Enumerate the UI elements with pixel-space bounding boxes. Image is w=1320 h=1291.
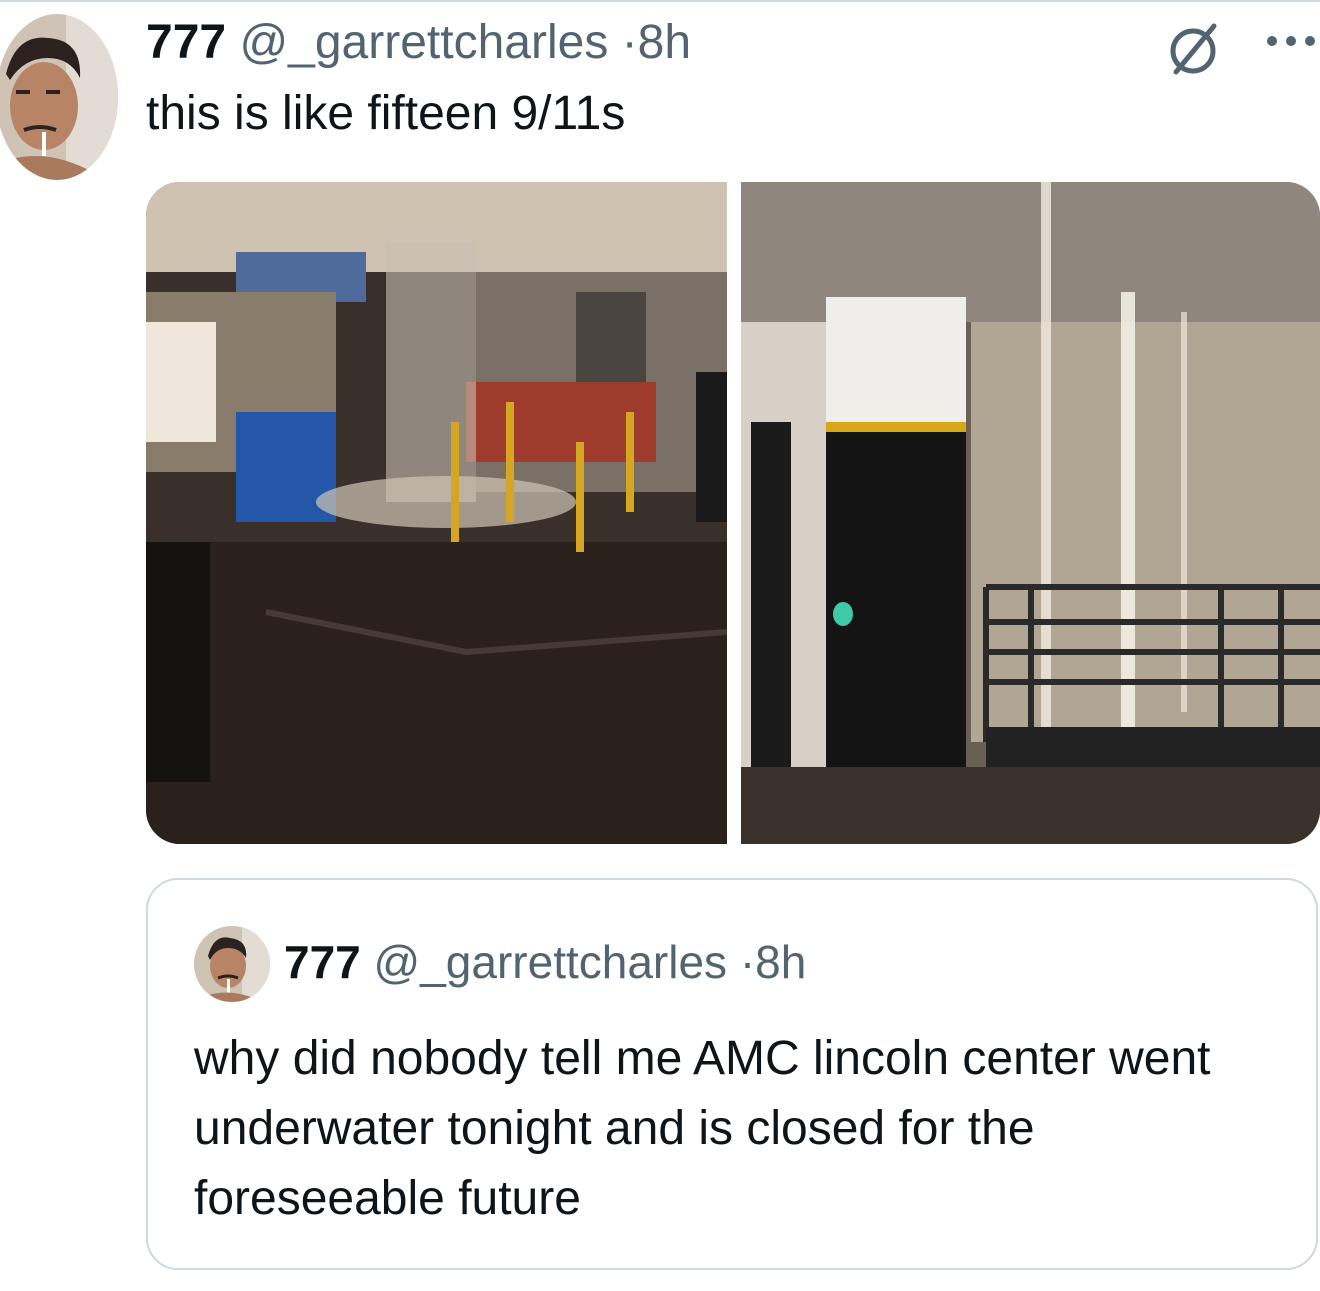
photo-ceiling-leak[interactable]: [741, 182, 1320, 844]
author-handle[interactable]: @_garrettcharles: [239, 16, 608, 69]
separator-dot: ·: [621, 16, 638, 69]
avatar-photo: [0, 14, 118, 180]
quoted-tweet-text: why did nobody tell me AMC lincoln cente…: [194, 1032, 1211, 1225]
quoted-timestamp[interactable]: 8h: [755, 936, 806, 988]
media-grid[interactable]: [146, 182, 1320, 844]
more-dots-icon[interactable]: [1262, 26, 1320, 56]
grok-slash-circle-icon[interactable]: [1166, 20, 1224, 78]
separator-dot: ·: [739, 936, 756, 988]
quoted-tweet[interactable]: 777 @_garrettcharles ·8h why did nobody …: [146, 878, 1318, 1270]
timestamp[interactable]: 8h: [638, 16, 691, 69]
tweet-text: this is like fifteen 9/11s: [146, 87, 626, 140]
tweet-header: 777 @_garrettcharles ·8h: [146, 14, 691, 72]
quoted-author-name[interactable]: 777: [284, 936, 361, 988]
author-name[interactable]: 777: [146, 16, 226, 69]
avatar[interactable]: [0, 14, 118, 180]
top-divider: [0, 0, 1320, 2]
quoted-header: 777 @_garrettcharles ·8h: [284, 934, 806, 990]
quoted-author-handle[interactable]: @_garrettcharles: [374, 936, 728, 988]
quoted-avatar[interactable]: [194, 926, 270, 1002]
photo-flooded-lobby[interactable]: [146, 182, 727, 844]
